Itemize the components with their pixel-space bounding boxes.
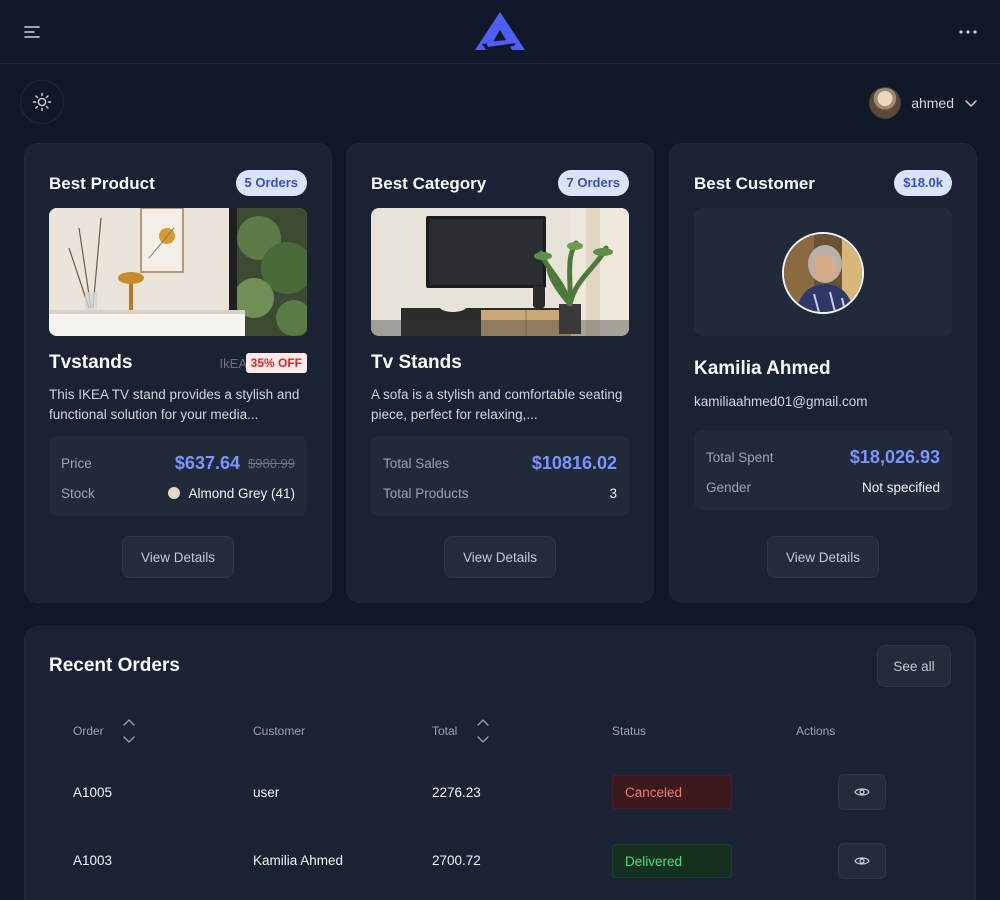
sun-icon [32, 92, 52, 112]
view-order-button[interactable] [838, 843, 886, 879]
customer-stats: Total Spent $18,026.93 Gender Not specif… [694, 430, 952, 510]
product-description: This IKEA TV stand provides a stylish an… [49, 387, 300, 422]
card-title: Best Product [49, 174, 155, 193]
spent-badge: $18.0k [894, 170, 952, 196]
stock-label: Stock [61, 485, 95, 501]
theme-toggle-button[interactable] [20, 80, 64, 124]
best-category-card: Best Category 7 Orders Tv Stands A sofa … [346, 143, 654, 603]
app-logo[interactable] [474, 11, 526, 51]
brand-label: IkEA [219, 356, 247, 371]
color-swatch [168, 487, 181, 499]
orders-badge: 5 Orders [235, 170, 307, 196]
top-bar [0, 0, 1000, 64]
total-products-value: 3 [609, 485, 617, 501]
order-id: A1003 [73, 853, 113, 868]
category-name: Tv Stands [371, 352, 462, 373]
status-badge: Canceled [612, 775, 732, 809]
user-menu[interactable]: ahmed [869, 87, 978, 119]
more-options-icon[interactable] [956, 22, 980, 42]
customer-email: kamiliaahmed01@gmail.com [694, 394, 868, 409]
sort-order-icon[interactable] [122, 715, 136, 747]
order-total: 2700.72 [432, 853, 481, 868]
view-details-button[interactable]: View Details [122, 536, 234, 578]
category-image [371, 208, 629, 336]
customer-avatar [782, 232, 864, 314]
view-order-button[interactable] [838, 774, 886, 810]
customer-name: Kamilia Ahmed [694, 358, 831, 379]
total-products-label: Total Products [383, 485, 469, 501]
chevron-down-icon [965, 100, 977, 107]
column-header-customer: Customer [253, 724, 306, 738]
total-spent-value: $18,026.93 [849, 446, 940, 467]
total-sales-value: $10816.02 [531, 452, 617, 473]
order-customer: user [253, 785, 280, 800]
column-header-actions: Actions [796, 724, 836, 738]
view-details-button[interactable]: View Details [767, 536, 879, 578]
menu-icon[interactable] [20, 22, 44, 42]
old-price-value: $980.99 [248, 455, 295, 471]
price-label: Price [61, 455, 92, 471]
section-title: Recent Orders [49, 655, 180, 676]
recent-orders-panel: Recent Orders See all Order Customer Tot… [24, 626, 976, 900]
orders-badge: 7 Orders [557, 170, 629, 196]
price-value: $637.64 [174, 452, 240, 473]
view-details-button[interactable]: View Details [444, 536, 556, 578]
order-customer: Kamilia Ahmed [253, 853, 344, 868]
order-id: A1005 [73, 785, 113, 800]
total-spent-label: Total Spent [706, 449, 774, 465]
user-name: ahmed [911, 95, 954, 111]
eye-icon [854, 788, 870, 796]
status-badge: Delivered [612, 844, 732, 878]
order-total: 2276.23 [432, 785, 481, 800]
category-description: A sofa is a stylish and comfortable seat… [371, 387, 623, 422]
column-header-status: Status [612, 724, 647, 738]
category-stats: Total Sales $10816.02 Total Products 3 [371, 436, 629, 516]
sort-total-icon[interactable] [476, 715, 490, 747]
eye-icon [854, 857, 870, 865]
product-stats: Price $637.64 $980.99 Stock Almond Grey … [49, 436, 307, 516]
total-sales-label: Total Sales [383, 455, 450, 471]
gender-value: Not specified [861, 479, 940, 495]
card-title: Best Customer [694, 174, 815, 193]
avatar [869, 87, 902, 119]
column-header-order: Order [73, 724, 104, 738]
product-name: Tvstands [49, 352, 133, 373]
card-title: Best Category [371, 174, 487, 193]
product-image [49, 208, 307, 336]
stock-value: Almond Grey (41) [188, 485, 295, 501]
see-all-button[interactable]: See all [877, 645, 951, 687]
discount-badge: 35% OFF [245, 353, 307, 373]
best-customer-card: Best Customer $18.0k Kamilia Ahmed kamil… [669, 143, 977, 603]
best-product-card: Best Product 5 Orders Tvstands IkEA 35% … [24, 143, 332, 603]
column-header-total: Total [432, 724, 458, 738]
customer-avatar-box [694, 208, 952, 336]
gender-label: Gender [706, 479, 752, 495]
